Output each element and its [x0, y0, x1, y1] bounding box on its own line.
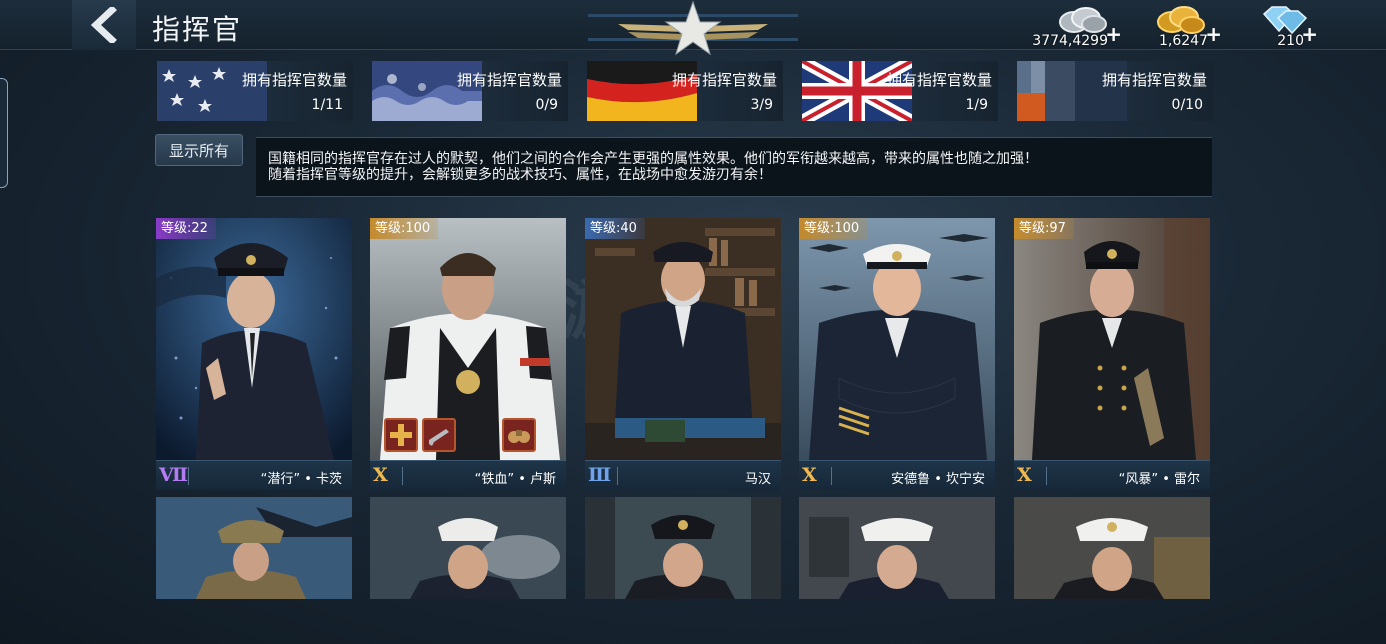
nation-count: 0/10 [1171, 97, 1203, 113]
commander-card-6[interactable] [156, 497, 352, 599]
star-wings-emblem [588, 0, 798, 56]
nation-filter-usa[interactable]: 拥有指挥官数量 1/11 [157, 61, 353, 121]
gold-value: 1,6247 [1159, 33, 1208, 49]
commander-name-bar: Ⅹ “风暴” • 雷尔 [1014, 460, 1210, 490]
rank-numeral: Ⅹ [1017, 464, 1032, 486]
commander-name-bar: Ⅶ “潜行” • 卡茨 [156, 460, 352, 490]
nation-label: 拥有指挥官数量 [241, 71, 347, 89]
nation-count: 1/9 [965, 97, 988, 113]
show-all-button[interactable]: 显示所有 [155, 134, 243, 166]
rank-numeral: Ⅶ [159, 464, 188, 486]
binoculars-icon [508, 430, 530, 443]
commander-card-5[interactable]: 等级:97 Ⅹ “风暴” • 雷尔 [1014, 218, 1210, 490]
commander-name: “风暴” • 雷尔 [1118, 472, 1200, 487]
level-badge: 等级:100 [370, 218, 439, 239]
nation-count: 3/9 [750, 97, 773, 113]
level-badge: 等级:22 [156, 218, 216, 239]
rifle-icon [429, 429, 449, 446]
diamond-icon [1262, 6, 1308, 34]
rank-numeral: Ⅹ [802, 464, 817, 486]
add-gold-button[interactable]: + [1205, 24, 1222, 44]
top-bar: 指挥官 3774,4299 + 1,6247 + 210 + [0, 0, 1386, 56]
commander-portrait [799, 497, 995, 599]
description-line-1: 国籍相同的指挥官存在过人的默契，他们之间的合作会产生更强的属性效果。他们的军衔越… [268, 151, 1038, 167]
commander-card-10[interactable] [1014, 497, 1210, 599]
level-badge: 等级:100 [799, 218, 868, 239]
nation-filter-soviet[interactable]: 拥有指挥官数量 0/10 [1017, 61, 1213, 121]
rank-numeral: Ⅹ [373, 464, 388, 486]
page-title: 指挥官 [152, 13, 243, 46]
medal-badge [384, 418, 418, 452]
nation-filter-germany[interactable]: 拥有指挥官数量 3/9 [587, 61, 783, 121]
silver-value: 3774,4299 [1032, 33, 1108, 49]
commander-portrait [1014, 218, 1210, 460]
nation-count: 1/11 [311, 97, 343, 113]
commander-portrait [156, 497, 352, 599]
nation-filter-uk[interactable]: 拥有指挥官数量 1/9 [802, 61, 998, 121]
commander-card-3[interactable]: 等级:40 Ⅲ 马汉 [585, 218, 781, 490]
divider [402, 467, 403, 485]
commander-card-4[interactable]: 等级:100 Ⅹ 安德鲁 • 坎宁安 [799, 218, 995, 490]
silver-coins-icon [1059, 7, 1107, 33]
nation-label: 拥有指挥官数量 [456, 71, 562, 89]
nation-label: 拥有指挥官数量 [886, 71, 992, 89]
commander-name: “潜行” • 卡茨 [260, 472, 342, 487]
commander-name: 安德鲁 • 坎宁安 [891, 472, 985, 487]
commander-card-1[interactable]: 等级:22 Ⅶ “潜行” • 卡茨 [156, 218, 352, 490]
gold-coins-icon [1157, 6, 1205, 34]
chevron-left-icon [90, 7, 117, 43]
nation-bonus-description: 国籍相同的指挥官存在过人的默契，他们之间的合作会产生更强的属性效果。他们的军衔越… [256, 137, 1212, 197]
commander-name-bar: Ⅹ 安德鲁 • 坎宁安 [799, 460, 995, 490]
divider [1046, 467, 1047, 485]
commander-portrait [585, 218, 781, 460]
level-badge: 等级:40 [585, 218, 645, 239]
description-line-2: 随着指挥官等级的提升，会解锁更多的战术技巧、属性，在战场中愈发游刃有余！ [268, 167, 772, 183]
add-diamond-button[interactable]: + [1301, 24, 1318, 44]
divider [617, 467, 618, 485]
diamond-value: 210 [1277, 33, 1304, 49]
side-drawer-handle[interactable] [0, 78, 8, 188]
divider [831, 467, 832, 485]
nation-label: 拥有指挥官数量 [671, 71, 777, 89]
silver-currency: 3774,4299 + [1022, 2, 1122, 50]
commander-card-7[interactable] [370, 497, 566, 599]
divider [188, 467, 189, 485]
commander-card-9[interactable] [799, 497, 995, 599]
commander-portrait [799, 218, 995, 460]
commander-portrait [585, 497, 781, 599]
commander-name-bar: Ⅹ “铁血” • 卢斯 [370, 460, 566, 490]
nation-label: 拥有指挥官数量 [1101, 71, 1207, 89]
add-silver-button[interactable]: + [1105, 24, 1122, 44]
commander-card-2[interactable]: 等级:100 Ⅹ “铁血” • 卢斯 [370, 218, 566, 490]
commander-portrait [370, 497, 566, 599]
nation-filter-japan[interactable]: 拥有指挥官数量 0/9 [372, 61, 568, 121]
level-badge: 等级:97 [1014, 218, 1074, 239]
cross-medal-icon [390, 424, 412, 446]
diamond-currency: 210 + [1250, 2, 1318, 50]
binoculars-badge [502, 418, 536, 452]
commander-name-bar: Ⅲ 马汉 [585, 460, 781, 490]
commander-name: 马汉 [744, 472, 771, 487]
commander-portrait [156, 218, 352, 460]
commander-card-8[interactable] [585, 497, 781, 599]
back-button[interactable] [72, 0, 136, 50]
nation-count: 0/9 [535, 97, 558, 113]
rank-numeral: Ⅲ [588, 464, 612, 486]
commander-portrait [1014, 497, 1210, 599]
gold-currency: 1,6247 + [1148, 2, 1222, 50]
weapon-badge [422, 418, 456, 452]
commander-name: “铁血” • 卢斯 [474, 472, 556, 487]
